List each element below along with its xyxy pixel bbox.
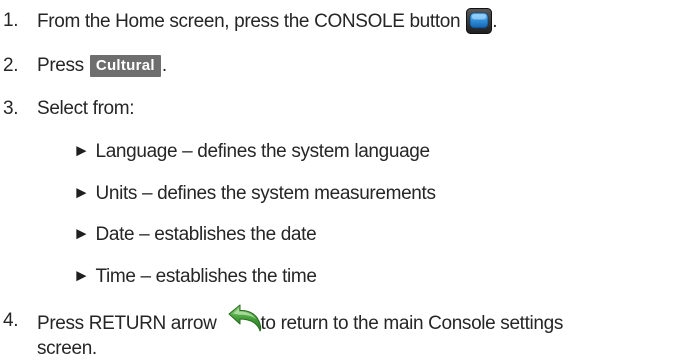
step-number: 4.: [3, 310, 19, 331]
return-arrow-icon: [227, 303, 263, 333]
console-button-icon: [466, 8, 493, 34]
step-4-text: Press RETURN arrow: [37, 313, 217, 334]
option-label: Language – defines the system language: [95, 141, 430, 162]
bullet-arrow-icon: ►: [73, 183, 90, 202]
option-label: Date – establishes the date: [95, 224, 317, 245]
step-number: 3.: [3, 98, 19, 119]
option-text: ► Units – defines the system measurement…: [73, 182, 436, 206]
step-2-text: Press: [37, 55, 84, 76]
instruction-document: 1. From the Home screen, press the CONSO…: [0, 0, 681, 364]
option-label: Time – establishes the time: [95, 266, 317, 287]
bullet-arrow-icon: ►: [73, 266, 90, 285]
step-text: From the Home screen, press the CONSOLE …: [37, 8, 498, 35]
step-1-period: .: [492, 11, 498, 32]
option-text: ► Language – defines the system language: [73, 140, 430, 164]
bullet-arrow-icon: ►: [73, 141, 90, 160]
cultural-button[interactable]: Cultural: [89, 55, 161, 77]
option-text: ► Time – establishes the time: [73, 265, 317, 289]
step-4-text-after: to return to the main Console settings: [260, 313, 564, 334]
bullet-arrow-icon: ►: [73, 224, 90, 243]
step-2-period: .: [161, 55, 167, 76]
step-1-text: From the Home screen, press the CONSOLE …: [37, 11, 461, 32]
option-label: Units – defines the system measurements: [95, 183, 436, 204]
step-text: Press RETURN arrow to return to the main…: [37, 304, 564, 339]
option-text: ► Date – establishes the date: [73, 223, 317, 247]
step-number: 1.: [3, 10, 19, 31]
step-text: Press Cultural .: [37, 54, 167, 78]
step-4-text-continued: screen.: [37, 338, 97, 359]
step-3-text: Select from:: [37, 98, 135, 119]
step-number: 2.: [3, 55, 19, 76]
